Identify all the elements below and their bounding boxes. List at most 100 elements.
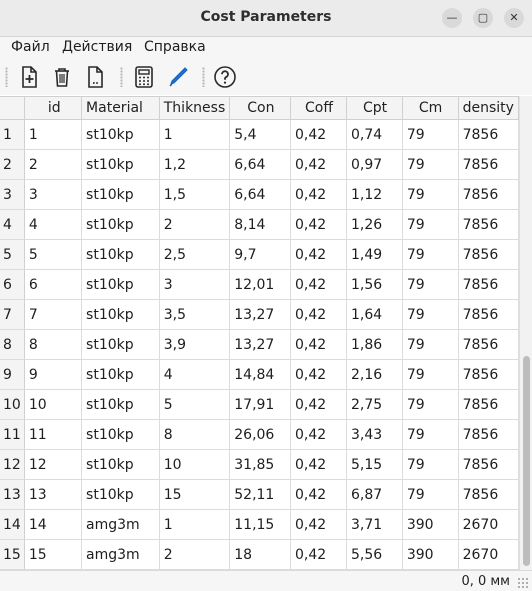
cell-id[interactable]: 13 <box>24 479 83 510</box>
minimize-button[interactable]: — <box>442 8 462 28</box>
row-header[interactable]: 7 <box>0 299 25 330</box>
cell-coff[interactable]: 0,42 <box>290 509 348 540</box>
cell-con[interactable]: 14,84 <box>229 359 291 390</box>
column-header-cm[interactable]: Cm <box>402 97 459 120</box>
cell-con[interactable]: 13,27 <box>229 329 291 360</box>
toolbar-handle[interactable] <box>5 67 8 87</box>
table-row[interactable]: 9 9 st10kp 4 14,84 0,42 2,16 79 7856 <box>0 359 519 390</box>
cell-cpt[interactable]: 3,43 <box>346 419 403 450</box>
row-header[interactable]: 9 <box>0 359 25 390</box>
cell-con[interactable]: 17,91 <box>229 389 291 420</box>
cell-material[interactable]: st10kp <box>81 119 160 150</box>
cell-density[interactable]: 7856 <box>458 449 519 480</box>
calculate-button[interactable] <box>132 65 156 89</box>
cell-id[interactable]: 1 <box>24 119 83 150</box>
cell-coff[interactable]: 0,42 <box>290 419 348 450</box>
cell-density[interactable]: 7856 <box>458 239 519 270</box>
cell-coff[interactable]: 0,42 <box>290 539 348 570</box>
cell-con[interactable]: 26,06 <box>229 419 291 450</box>
cell-con[interactable]: 8,14 <box>229 209 291 240</box>
cell-material[interactable]: st10kp <box>81 329 160 360</box>
cell-cpt[interactable]: 5,56 <box>346 539 403 570</box>
cell-id[interactable]: 10 <box>24 389 83 420</box>
table-row[interactable]: 2 2 st10kp 1,2 6,64 0,42 0,97 79 7856 <box>0 149 519 180</box>
cost-parameters-table[interactable]: id Material Thikness Con Coff Cpt Cm den… <box>0 96 519 571</box>
cell-thikness[interactable]: 8 <box>159 419 231 450</box>
column-header-density[interactable]: density <box>458 97 519 120</box>
cell-con[interactable]: 31,85 <box>229 449 291 480</box>
cell-cm[interactable]: 79 <box>402 449 459 480</box>
table-row[interactable]: 10 10 st10kp 5 17,91 0,42 2,75 79 7856 <box>0 389 519 420</box>
cell-con[interactable]: 9,7 <box>229 239 291 270</box>
cell-coff[interactable]: 0,42 <box>290 149 348 180</box>
cell-density[interactable]: 7856 <box>458 299 519 330</box>
table-row[interactable]: 5 5 st10kp 2,5 9,7 0,42 1,49 79 7856 <box>0 239 519 270</box>
cell-id[interactable]: 6 <box>24 269 83 300</box>
row-header[interactable]: 15 <box>0 539 25 570</box>
cell-density[interactable]: 2670 <box>458 509 519 540</box>
cell-material[interactable]: amg3m <box>81 539 160 570</box>
column-header-cpt[interactable]: Cpt <box>346 97 403 120</box>
cell-material[interactable]: st10kp <box>81 149 160 180</box>
table-row[interactable]: 3 3 st10kp 1,5 6,64 0,42 1,12 79 7856 <box>0 179 519 210</box>
cell-cpt[interactable]: 1,64 <box>346 299 403 330</box>
menu-help[interactable]: Справка <box>144 39 206 55</box>
table-row[interactable]: 12 12 st10kp 10 31,85 0,42 5,15 79 7856 <box>0 449 519 480</box>
row-header[interactable]: 3 <box>0 179 25 210</box>
column-header-coff[interactable]: Coff <box>290 97 348 120</box>
cell-thikness[interactable]: 1 <box>159 119 231 150</box>
new-document-button[interactable] <box>83 65 107 89</box>
table-row[interactable]: 15 15 amg3m 2 18 0,42 5,56 390 2670 <box>0 539 519 570</box>
table-row[interactable]: 4 4 st10kp 2 8,14 0,42 1,26 79 7856 <box>0 209 519 240</box>
row-header[interactable]: 13 <box>0 479 25 510</box>
cell-cpt[interactable]: 2,75 <box>346 389 403 420</box>
column-header-con[interactable]: Con <box>229 97 291 120</box>
cell-material[interactable]: st10kp <box>81 479 160 510</box>
cell-coff[interactable]: 0,42 <box>290 179 348 210</box>
cell-con[interactable]: 6,64 <box>229 149 291 180</box>
cell-material[interactable]: st10kp <box>81 419 160 450</box>
cell-id[interactable]: 15 <box>24 539 83 570</box>
row-header[interactable]: 8 <box>0 329 25 360</box>
cell-density[interactable]: 7856 <box>458 269 519 300</box>
cell-con[interactable]: 13,27 <box>229 299 291 330</box>
cell-material[interactable]: st10kp <box>81 239 160 270</box>
cell-con[interactable]: 12,01 <box>229 269 291 300</box>
cell-cpt[interactable]: 2,16 <box>346 359 403 390</box>
cell-cm[interactable]: 79 <box>402 299 459 330</box>
cell-coff[interactable]: 0,42 <box>290 239 348 270</box>
cell-cm[interactable]: 79 <box>402 209 459 240</box>
cell-thikness[interactable]: 3,5 <box>159 299 231 330</box>
cell-cm[interactable]: 79 <box>402 329 459 360</box>
cell-density[interactable]: 2670 <box>458 539 519 570</box>
cell-cm[interactable]: 79 <box>402 389 459 420</box>
cell-coff[interactable]: 0,42 <box>290 209 348 240</box>
cell-material[interactable]: st10kp <box>81 299 160 330</box>
cell-thikness[interactable]: 3 <box>159 269 231 300</box>
close-button[interactable]: ✕ <box>504 8 524 28</box>
cell-thikness[interactable]: 15 <box>159 479 231 510</box>
cell-thikness[interactable]: 5 <box>159 389 231 420</box>
cell-thikness[interactable]: 10 <box>159 449 231 480</box>
cell-cpt[interactable]: 1,12 <box>346 179 403 210</box>
cell-thikness[interactable]: 4 <box>159 359 231 390</box>
table-row[interactable]: 7 7 st10kp 3,5 13,27 0,42 1,64 79 7856 <box>0 299 519 330</box>
cell-material[interactable]: st10kp <box>81 449 160 480</box>
column-header-id[interactable]: id <box>24 97 83 120</box>
cell-density[interactable]: 7856 <box>458 149 519 180</box>
cell-density[interactable]: 7856 <box>458 389 519 420</box>
cell-con[interactable]: 6,64 <box>229 179 291 210</box>
delete-record-button[interactable] <box>50 65 74 89</box>
cell-id[interactable]: 8 <box>24 329 83 360</box>
cell-cpt[interactable]: 0,74 <box>346 119 403 150</box>
cell-cm[interactable]: 79 <box>402 419 459 450</box>
menu-file[interactable]: Файл <box>11 39 50 55</box>
cell-material[interactable]: st10kp <box>81 359 160 390</box>
scrollbar-thumb[interactable] <box>523 356 530 566</box>
table-row[interactable]: 11 11 st10kp 8 26,06 0,42 3,43 79 7856 <box>0 419 519 450</box>
cell-con[interactable]: 52,11 <box>229 479 291 510</box>
cell-cpt[interactable]: 1,26 <box>346 209 403 240</box>
column-header-material[interactable]: Material <box>81 97 160 120</box>
cell-cpt[interactable]: 1,49 <box>346 239 403 270</box>
cell-thikness[interactable]: 1,2 <box>159 149 231 180</box>
